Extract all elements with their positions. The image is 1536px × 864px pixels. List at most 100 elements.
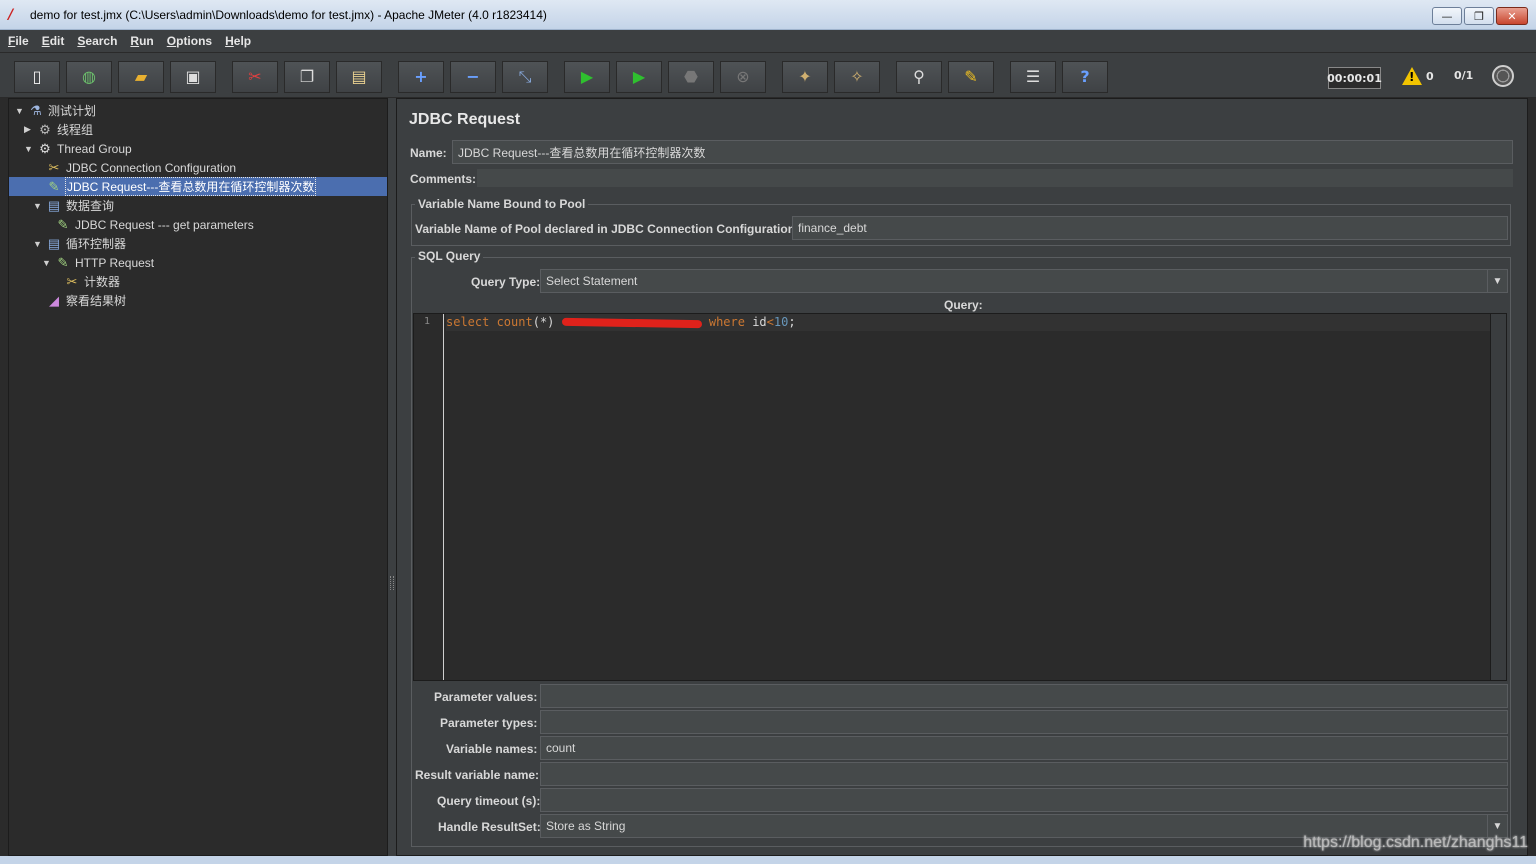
pool-label: Variable Name of Pool declared in JDBC C…: [415, 222, 800, 236]
tree-node[interactable]: ▼ ▤ 数据查询: [9, 196, 387, 215]
query-type-label: Query Type:: [471, 275, 541, 289]
start-no-pause-button[interactable]: ▶: [616, 61, 662, 93]
tree-node[interactable]: ▶ ⚙ 线程组: [9, 120, 387, 139]
new-button[interactable]: ▯: [14, 61, 60, 93]
tree-node[interactable]: ✎ JDBC Request---查看总数用在循环控制器次数: [9, 177, 387, 196]
code-number: 10: [773, 315, 789, 329]
stop-button[interactable]: ⬣: [668, 61, 714, 93]
query-type-select[interactable]: Select Statement ▼: [540, 269, 1508, 293]
watermark: https://blog.csdn.net/zhanghs11: [1303, 834, 1528, 851]
open-icon: ▰: [134, 67, 148, 86]
code-keyword: select: [446, 315, 490, 329]
splitter-grip[interactable]: [390, 576, 394, 590]
tree-node[interactable]: ▼ ✎ HTTP Request: [9, 253, 387, 272]
chevron-down-icon[interactable]: ▼: [1487, 270, 1507, 292]
paste-icon: ▤: [351, 67, 367, 86]
paste-button[interactable]: ▤: [336, 61, 382, 93]
function-helper-button[interactable]: ☰: [1010, 61, 1056, 93]
tree-node-label: JDBC Request---查看总数用在循环控制器次数: [64, 177, 317, 196]
variable-names-label: Variable names:: [446, 742, 538, 756]
tree-node[interactable]: ▼ ⚙ Thread Group: [9, 139, 387, 158]
sampler-icon: ✎: [57, 254, 69, 270]
name-label: Name:: [410, 146, 447, 160]
help-button[interactable]: ?: [1062, 61, 1108, 93]
menu-search[interactable]: Search: [77, 34, 117, 48]
menu-edit[interactable]: Edit: [42, 34, 65, 48]
open-button[interactable]: ▰: [118, 61, 164, 93]
new-icon: ▯: [32, 67, 42, 86]
expand-all-button[interactable]: +: [398, 61, 444, 93]
controller-icon: ▤: [47, 235, 61, 251]
expand-icon: +: [414, 67, 428, 86]
toggle-button[interactable]: ⤡: [502, 61, 548, 93]
elapsed-time: 00:00:01: [1327, 67, 1382, 89]
param-values-field[interactable]: [540, 684, 1508, 708]
tree-node[interactable]: ✂ 计数器: [9, 272, 387, 291]
start-button[interactable]: ▶: [564, 61, 610, 93]
window-controls: — ❐ ✕: [1432, 7, 1528, 25]
query-timeout-field[interactable]: [540, 788, 1508, 812]
close-button[interactable]: ✕: [1496, 7, 1528, 25]
remote-status-icon: [1492, 65, 1514, 87]
param-types-field[interactable]: [540, 710, 1508, 734]
tree-node-label: 计数器: [84, 275, 121, 289]
tree-node[interactable]: ✂ JDBC Connection Configuration: [9, 158, 387, 177]
query-timeout-label: Query timeout (s):: [437, 794, 541, 808]
tree-node-label: HTTP Request: [75, 255, 155, 270]
tree-node-label: 线程组: [57, 123, 94, 137]
cut-button[interactable]: ✂: [232, 61, 278, 93]
tree-node[interactable]: ▼ ▤ 循环控制器: [9, 234, 387, 253]
reset-search-button[interactable]: ✎: [948, 61, 994, 93]
shutdown-icon: ⊗: [736, 67, 750, 86]
test-plan-icon: ⚗: [30, 102, 42, 118]
menu-options[interactable]: Options: [167, 34, 212, 48]
minimize-button[interactable]: —: [1432, 7, 1462, 25]
editor-scrollbar[interactable]: [1490, 314, 1506, 680]
code-keyword-where: where: [701, 315, 745, 329]
warning-indicator[interactable]: 0: [1402, 67, 1434, 85]
variable-names-field[interactable]: count: [540, 736, 1508, 760]
name-field[interactable]: JDBC Request---查看总数用在循环控制器次数: [452, 140, 1513, 164]
collapse-toggle-icon[interactable]: ▼: [15, 106, 25, 116]
copy-button[interactable]: ❐: [284, 61, 330, 93]
cut-icon: ✂: [248, 67, 262, 86]
collapse-toggle-icon[interactable]: ▼: [42, 258, 52, 268]
tree-node-label: 察看结果树: [66, 294, 127, 308]
code-line[interactable]: select count(*) where id<10;: [446, 314, 1492, 331]
menu-run[interactable]: Run: [130, 34, 153, 48]
warning-count: 0: [1426, 69, 1434, 83]
function-helper-icon: ☰: [1025, 67, 1041, 86]
sql-editor[interactable]: 1 select count(*) where id<10;: [413, 313, 1507, 681]
search-button[interactable]: ⚲: [896, 61, 942, 93]
maximize-button[interactable]: ❐: [1464, 7, 1494, 25]
collapse-toggle-icon[interactable]: ▼: [24, 144, 34, 154]
toggle-icon: ⤡: [518, 67, 532, 86]
tree-node[interactable]: ◢ 察看结果树: [9, 291, 387, 310]
menu-help[interactable]: Help: [225, 34, 251, 48]
result-variable-field[interactable]: [540, 762, 1508, 786]
tree-node-label: JDBC Connection Configuration: [66, 160, 237, 175]
thread-group-icon: ⚙: [39, 121, 51, 137]
save-button[interactable]: ▣: [170, 61, 216, 93]
tree-node[interactable]: ▼ ⚗ 测试计划: [9, 101, 387, 120]
search-icon: ⚲: [913, 67, 925, 86]
shutdown-button[interactable]: ⊗: [720, 61, 766, 93]
thread-group-icon: ⚙: [39, 140, 51, 156]
splitter[interactable]: [388, 98, 396, 856]
comments-field[interactable]: [477, 169, 1513, 187]
menu-file[interactable]: File: [8, 34, 29, 48]
comments-label: Comments:: [410, 172, 477, 186]
code-column: id: [744, 315, 767, 329]
clear-button[interactable]: ✦: [782, 61, 828, 93]
tree-node[interactable]: ✎ JDBC Request --- get parameters: [9, 215, 387, 234]
start-no-pause-icon: ▶: [632, 67, 646, 86]
query-type-value: Select Statement: [546, 274, 638, 288]
templates-button[interactable]: ◍: [66, 61, 112, 93]
collapse-toggle-icon[interactable]: ▼: [33, 239, 43, 249]
expand-toggle-icon[interactable]: ▶: [24, 124, 34, 135]
pool-field[interactable]: finance_debt: [792, 216, 1508, 240]
test-plan-tree: ▼ ⚗ 测试计划 ▶ ⚙ 线程组 ▼ ⚙ Thread Group ✂ JDBC Connectio…: [8, 98, 388, 856]
collapse-all-button[interactable]: −: [450, 61, 496, 93]
clear-all-button[interactable]: ✧: [834, 61, 880, 93]
collapse-toggle-icon[interactable]: ▼: [33, 201, 43, 211]
